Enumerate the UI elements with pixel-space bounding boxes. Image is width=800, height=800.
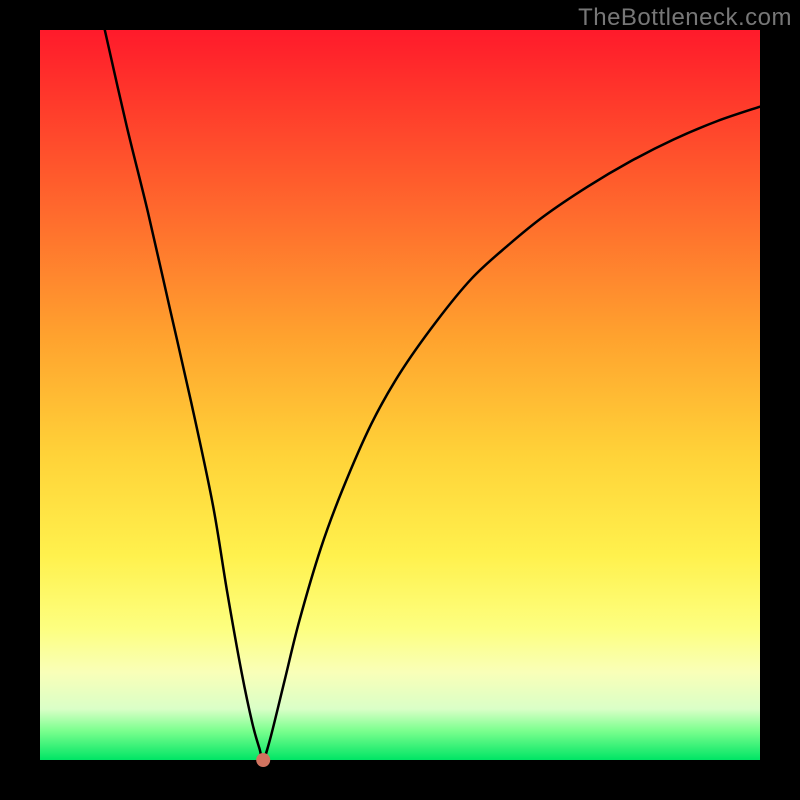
plot-area (40, 30, 760, 760)
watermark-text: TheBottleneck.com (578, 4, 792, 32)
chart-frame: TheBottleneck.com (0, 0, 800, 800)
optimum-marker (256, 753, 270, 767)
curve-path (105, 30, 760, 760)
curve-svg (40, 30, 760, 760)
